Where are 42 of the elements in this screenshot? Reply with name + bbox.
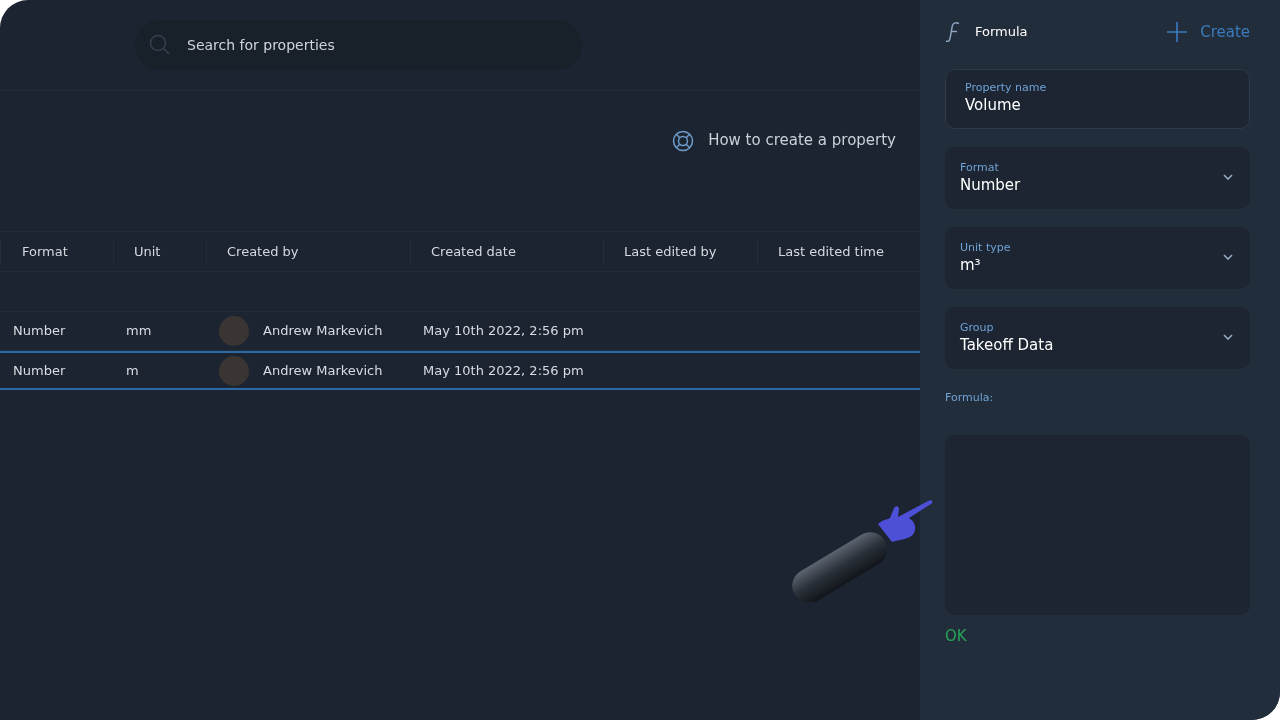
table-row[interactable]: Number mm Andrew Markevich May 10th 2022, 2:56 pm: [0, 312, 920, 351]
help-link[interactable]: How to create a property: [672, 129, 896, 152]
search-field[interactable]: Search for properties: [185, 33, 568, 57]
plus-icon: [1166, 21, 1189, 43]
search-icon: [149, 34, 171, 56]
formula-label: Formula:: [945, 390, 995, 406]
user-name: Andrew Markevich: [263, 361, 383, 380]
column-header: Format: [0, 239, 113, 264]
search-bar[interactable]: Search for properties: [135, 20, 582, 70]
column-header: Created by: [206, 239, 410, 264]
ok-button[interactable]: OK: [945, 624, 967, 647]
table-cell-text: May 10th 2022, 2:56 pm: [422, 361, 585, 380]
column-header: Created date: [410, 239, 603, 264]
avatar: [219, 316, 249, 346]
dropdown[interactable]: Format Number: [945, 147, 1250, 209]
table-cell-text: Number: [12, 361, 67, 380]
chevron-down-icon: [1222, 333, 1234, 341]
table-cell-text: m: [125, 361, 140, 380]
chevron-down-icon: [1222, 253, 1234, 261]
field-value: Takeoff Data: [960, 335, 1055, 355]
dropdown[interactable]: Group Takeoff Data: [945, 307, 1250, 369]
lifebuoy-icon: [672, 129, 695, 152]
field-value: m³: [960, 255, 982, 275]
table-cell-text: May 10th 2022, 2:56 pm: [422, 322, 585, 341]
chevron-down-icon: [1222, 173, 1234, 181]
column-header: Last edited by: [603, 239, 757, 264]
panel-title: Formula: [975, 23, 1028, 42]
field-label: Format: [960, 161, 1000, 175]
function-icon: [945, 21, 961, 43]
field-label: Property name: [965, 81, 1048, 95]
field-value: Number: [960, 175, 1022, 195]
text-input[interactable]: Volume: [965, 95, 1230, 115]
table-row[interactable]: Number m Andrew Markevich May 10th 2022, 2:56 pm: [0, 351, 920, 390]
dropdown[interactable]: Unit type m³: [945, 227, 1250, 289]
table-cell-text: mm: [125, 322, 153, 341]
avatar: [219, 355, 249, 386]
field-label: Group: [960, 321, 995, 335]
input-field[interactable]: Property name Volume: [945, 69, 1250, 129]
user-name: Andrew Markevich: [263, 322, 383, 341]
field-label: Unit type: [960, 241, 1012, 255]
table-cell-text: Number: [12, 322, 67, 341]
column-header: Unit: [113, 239, 206, 264]
